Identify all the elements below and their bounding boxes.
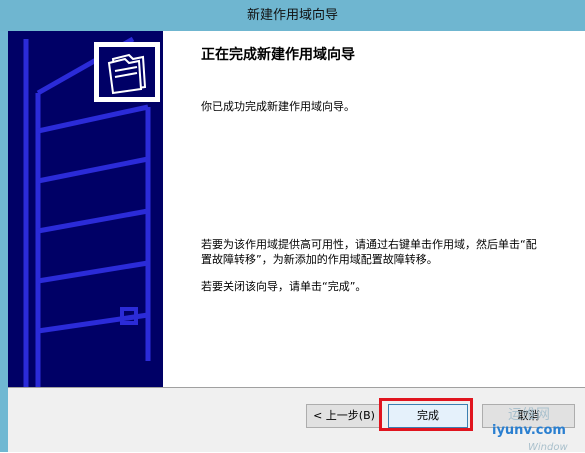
back-button[interactable]: < 上一步(B) [306,404,382,428]
success-message: 你已成功完成新建作用域向导。 [201,100,355,113]
wizard-window: 新建作用域向导 正在完成新建作用域向导 你已成功完成新建作用域向导。 若要为该作… [0,0,585,453]
close-instructions: 若要关闭该向导，请单击“完成”。 [201,280,367,293]
wizard-client-area: 正在完成新建作用域向导 你已成功完成新建作用域向导。 若要为该作用域提供高可用性… [8,31,585,453]
folders-icon [94,42,160,102]
watermark-faint: Window [528,442,568,453]
wizard-content: 正在完成新建作用域向导 你已成功完成新建作用域向导。 若要为该作用域提供高可用性… [8,31,585,387]
finish-highlight-box [379,398,473,431]
wizard-banner [8,31,163,387]
separator [8,387,585,388]
watermark-text: 运维网 [508,407,550,423]
failover-instructions: 若要为该作用域提供高可用性，请通过右键单击作用域，然后单击“配置故障转移”，为新… [201,238,537,266]
wizard-heading: 正在完成新建作用域向导 [201,47,355,63]
watermark-url: iyunv.com [492,423,566,438]
window-title: 新建作用域向导 [0,0,585,31]
